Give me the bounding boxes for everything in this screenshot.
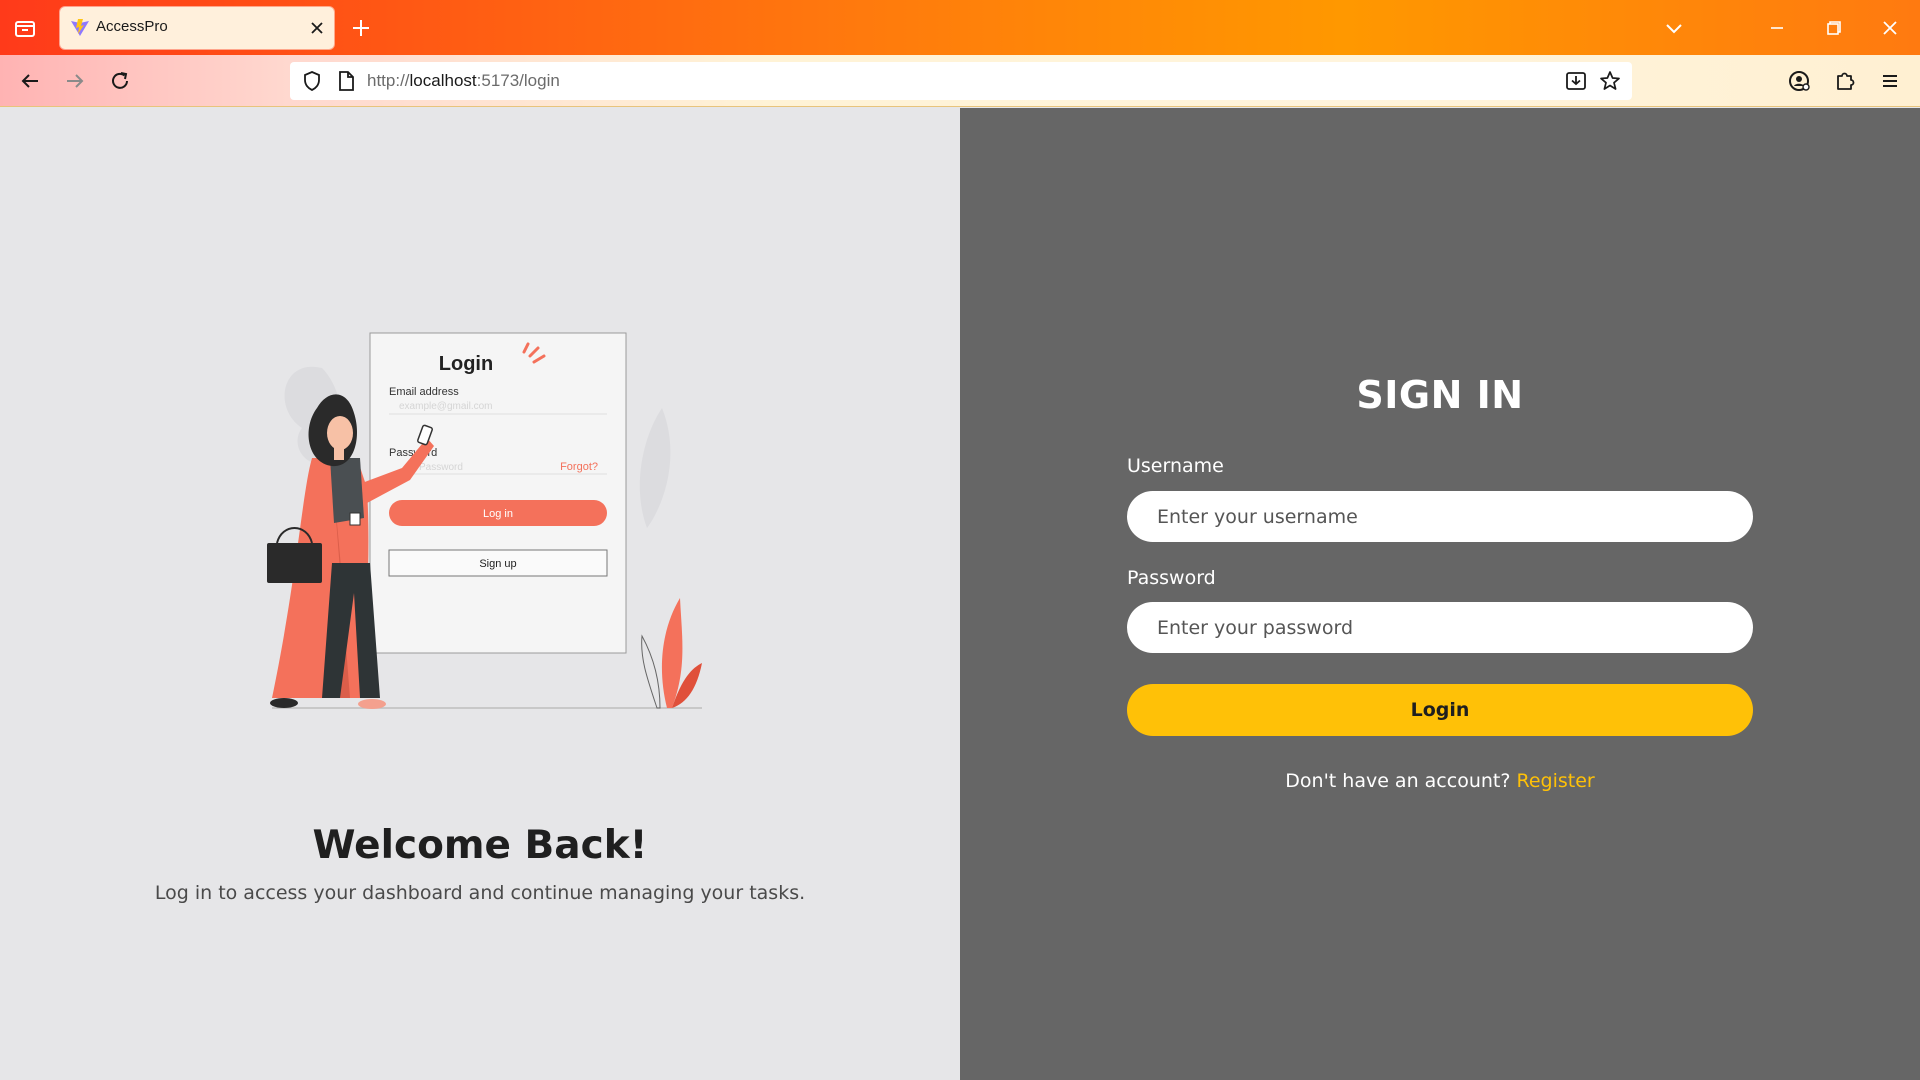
page-info-icon[interactable] xyxy=(334,69,358,93)
vite-favicon-icon xyxy=(70,18,90,38)
welcome-subtitle: Log in to access your dashboard and cont… xyxy=(154,882,806,904)
register-row: Don't have an account? Register xyxy=(960,770,1920,792)
address-bar[interactable]: http://localhost:5173/login xyxy=(290,62,1632,100)
browser-tab-active[interactable]: AccessPro xyxy=(60,7,334,49)
reload-icon[interactable] xyxy=(106,67,134,95)
illustration-login-label: Log in xyxy=(483,508,513,520)
account-icon[interactable] xyxy=(1785,67,1813,95)
illustration-forgot-link: Forgot? xyxy=(560,461,598,473)
tab-title: AccessPro xyxy=(96,18,168,35)
illustration-password-placeholder: Password xyxy=(419,462,463,473)
username-label: Username xyxy=(1127,455,1224,477)
username-input[interactable] xyxy=(1127,491,1753,542)
url-text[interactable]: http://localhost:5173/login xyxy=(367,71,560,91)
welcome-title: Welcome Back! xyxy=(312,823,648,868)
welcome-panel: Login Email address example@gmail.com Pa… xyxy=(0,108,960,1080)
window-minimize-icon[interactable] xyxy=(1764,15,1790,41)
app-menu-hamburger-icon[interactable] xyxy=(1876,67,1904,95)
url-host: localhost xyxy=(409,71,477,90)
list-tabs-chevron-down-icon[interactable] xyxy=(1661,15,1687,41)
bookmark-star-icon[interactable] xyxy=(1598,69,1622,93)
illustration-signup-label: Sign up xyxy=(479,558,516,570)
illustration-email-placeholder: example@gmail.com xyxy=(399,401,493,412)
login-illustration: Login Email address example@gmail.com Pa… xyxy=(262,318,712,728)
extensions-puzzle-icon[interactable] xyxy=(1831,67,1859,95)
install-app-icon[interactable] xyxy=(1564,69,1588,93)
tab-close-icon[interactable] xyxy=(305,16,329,40)
browser-tab-bar: AccessPro xyxy=(0,0,1920,55)
illustration-email-label: Email address xyxy=(389,386,459,398)
window-close-icon[interactable] xyxy=(1877,15,1903,41)
url-path: :5173/login xyxy=(476,71,560,90)
login-button[interactable]: Login xyxy=(1127,684,1753,736)
url-scheme: http:// xyxy=(367,71,410,90)
new-tab-plus-icon[interactable] xyxy=(348,15,374,41)
register-prompt: Don't have an account? xyxy=(1285,770,1511,792)
tracking-shield-icon[interactable] xyxy=(300,69,324,93)
illustration-card-title: Login xyxy=(439,353,493,375)
password-input[interactable] xyxy=(1127,602,1753,653)
login-page: Login Email address example@gmail.com Pa… xyxy=(0,108,1920,1080)
signin-title: SIGN IN xyxy=(1356,373,1524,417)
back-arrow-icon[interactable] xyxy=(16,67,44,95)
password-label: Password xyxy=(1127,567,1216,589)
browser-navigation-bar: http://localhost:5173/login xyxy=(0,55,1920,107)
window-restore-icon[interactable] xyxy=(1820,15,1846,41)
tab-overview-icon[interactable] xyxy=(12,15,38,41)
forward-arrow-icon[interactable] xyxy=(61,67,89,95)
signin-panel: SIGN IN Username Password Login Don't ha… xyxy=(960,108,1920,1080)
register-link[interactable]: Register xyxy=(1516,770,1594,792)
